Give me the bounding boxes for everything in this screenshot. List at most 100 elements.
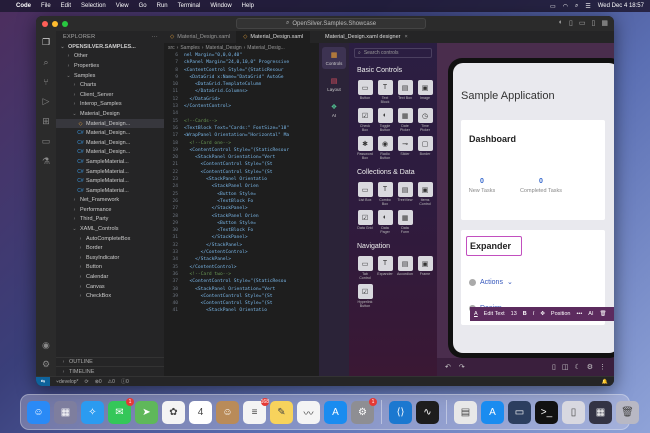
toolbox-item[interactable]: ▣ Items Control [417,182,433,206]
toolbox-item[interactable]: ▣ Frame [417,256,433,280]
tree-item[interactable]: › Button [56,263,164,273]
code-line[interactable]: 22 <ContentControl Style="{St [164,169,319,176]
preview-icon[interactable]: ▤ [454,400,477,424]
tree-item[interactable]: › BusyIndicator [56,253,164,263]
tree-item[interactable]: › Calendar [56,272,164,282]
undo-icon[interactable]: ↶ [445,363,451,371]
menu-window[interactable]: Window [210,3,231,9]
toolbox-item[interactable]: ▤ TreeView [397,182,413,206]
code-line[interactable]: 30 <TextBlock Fo [164,227,319,234]
toolbox-item[interactable]: ◉ Radio Button [377,136,393,160]
bold-button[interactable]: B [523,311,527,317]
control-center-icon[interactable]: ☰ [585,3,590,10]
tree-item[interactable]: C# SampleMaterial... [56,176,164,186]
photos-icon[interactable]: ✿ [162,400,185,424]
code-line[interactable]: 39 <ContentControl Style="{St [164,293,319,300]
code-line[interactable]: 6 nel Margin="0,0,0,40" [164,52,319,59]
code-line[interactable]: 38 <StackPanel Orientation="Vert [164,286,319,293]
tree-item[interactable]: › Interop_Samples [56,100,164,110]
tree-item[interactable]: C# SampleMaterial... [56,167,164,177]
close-icon[interactable]: × [405,34,408,40]
menu-help[interactable]: Help [242,3,254,9]
more-actions-icon[interactable]: ··· [152,34,158,40]
code-line[interactable]: 32 </StackPanel> [164,242,319,249]
warning-count[interactable]: 0 [112,379,115,385]
device-icon[interactable]: ▯ [552,363,556,371]
code-line[interactable]: 13 </ContentControl> [164,103,319,110]
tree-item[interactable]: ⌄ Samples [56,71,164,81]
bell-icon[interactable]: 🔔 [602,379,608,385]
tree-item[interactable]: › AutoCompleteBox [56,234,164,244]
breadcrumb-item[interactable]: Material_Design [205,45,241,51]
code-line[interactable]: 34 </StackPanel> [164,256,319,263]
code-line[interactable]: 11 </DataGrid.Columns> [164,88,319,95]
stat-completed-tasks[interactable]: 0 Completed Tasks [513,178,569,194]
zoom-window-button[interactable] [62,20,68,27]
copilot-icon[interactable]: ◐ [559,19,563,27]
code-line[interactable]: 35 </ContentControl> [164,264,319,271]
tree-item[interactable]: › Net_Framework [56,196,164,206]
toolbox-item[interactable]: T Text Block [377,80,393,104]
error-count[interactable]: 0 [99,379,102,385]
tree-item[interactable]: › CheckBox [56,291,164,301]
toolbox-item[interactable]: ☑ Data Grid [357,210,373,234]
code-line[interactable]: 40 <ContentControl Style="{St [164,300,319,307]
code-line[interactable]: 16 <TextBlock Text="Cards:" FontSize="18" [164,125,319,132]
app-store-2-icon[interactable]: A [481,400,504,424]
app-store-icon[interactable]: A [324,400,347,424]
code-line[interactable]: 9 <DataGrid x:Name="DataGrid" AutoGe [164,74,319,81]
code-line[interactable]: 20 <StackPanel Orientation="Vert [164,154,319,161]
toggle-sidebar-icon[interactable]: ▯ [569,19,573,27]
remote-indicator-icon[interactable]: ⇆ [36,376,50,386]
window-thumb-2-icon[interactable]: ▯ [562,400,585,424]
tree-item[interactable]: ◇ Material_Design... [56,118,164,129]
toolbox-item[interactable]: T Combo Box [377,182,393,206]
system-settings-icon[interactable]: ⚙ 1 [351,397,377,424]
account-icon[interactable]: ◉ [42,340,50,351]
menu-terminal[interactable]: Terminal [178,3,201,9]
code-line[interactable]: 24 <StackPanel Orien [164,183,319,190]
outline-section[interactable]: › OUTLINE [56,356,164,367]
code-line[interactable]: 7 ckPanel Margin="24,0,10,0" Progressive [164,59,319,66]
breadcrumb-item[interactable]: Samples [180,45,199,51]
tree-item[interactable]: › Canvas [56,282,164,292]
code-line[interactable]: 18 <!--Card one--> [164,140,319,147]
maps-icon[interactable]: ➤ [135,400,158,424]
tree-item[interactable]: C# Material_Design... [56,128,164,138]
selection-box[interactable]: Expander [466,236,522,256]
toolbox-item[interactable]: ▭ Button [357,80,373,104]
move-icon[interactable]: ✥ [540,311,545,317]
menu-go[interactable]: Go [139,3,147,9]
toolbox-item[interactable]: ☑ Hyperlink Button [357,284,373,308]
launchpad-icon[interactable]: ▦ [54,400,77,424]
timeline-section[interactable]: › TIMELINE [56,366,164,376]
toolbox-item[interactable]: ▭ Tab Control [357,256,373,280]
finder-icon[interactable]: ☺ [27,400,50,424]
code-line[interactable]: 28 <StackPanel Orien [164,213,319,220]
breadcrumb-item[interactable]: Material_Desig... [247,45,285,51]
toolbox-item[interactable]: ▭ List Box [357,182,373,206]
toolbox-item[interactable]: ◐ Data Pager [377,210,393,234]
font-size-field[interactable]: 13 [511,311,517,317]
more-button[interactable]: ••• [577,311,583,317]
code-line[interactable]: 10 <DataGrid.TemplateColumn [164,81,319,88]
toolbox-item[interactable]: ✱ Password Box [357,136,373,160]
tree-item[interactable]: C# SampleMaterial... [56,157,164,167]
code-line[interactable]: 25 <Button Style= [164,191,319,198]
minimize-window-button[interactable] [52,20,58,27]
trash-icon[interactable]: 🗑 [616,400,639,424]
workspace-root[interactable]: ⌄ OPENSILVER.SAMPLES... [56,42,164,52]
window-thumb-1-icon[interactable]: ▭ [508,400,531,424]
code-line[interactable]: 31 </StackPanel> [164,234,319,241]
code-line[interactable]: 26 <TextBlock Fo [164,198,319,205]
tree-item[interactable]: › Properties [56,61,164,71]
menu-file[interactable]: File [41,3,51,9]
edit-text-button[interactable]: Edit Text [484,311,505,317]
expander-title[interactable]: Expander [470,241,511,251]
settings-gear-icon[interactable]: ⚙ [587,363,593,371]
wifi-icon[interactable]: ◠ [563,3,568,10]
text-color-icon[interactable]: A [474,311,478,317]
code-line[interactable]: 37 <ContentControl Style="{StaticResou [164,278,319,285]
extensions-icon[interactable]: ⊞ [42,116,50,127]
toolbox-item[interactable]: ▦ Data Form [397,210,413,234]
